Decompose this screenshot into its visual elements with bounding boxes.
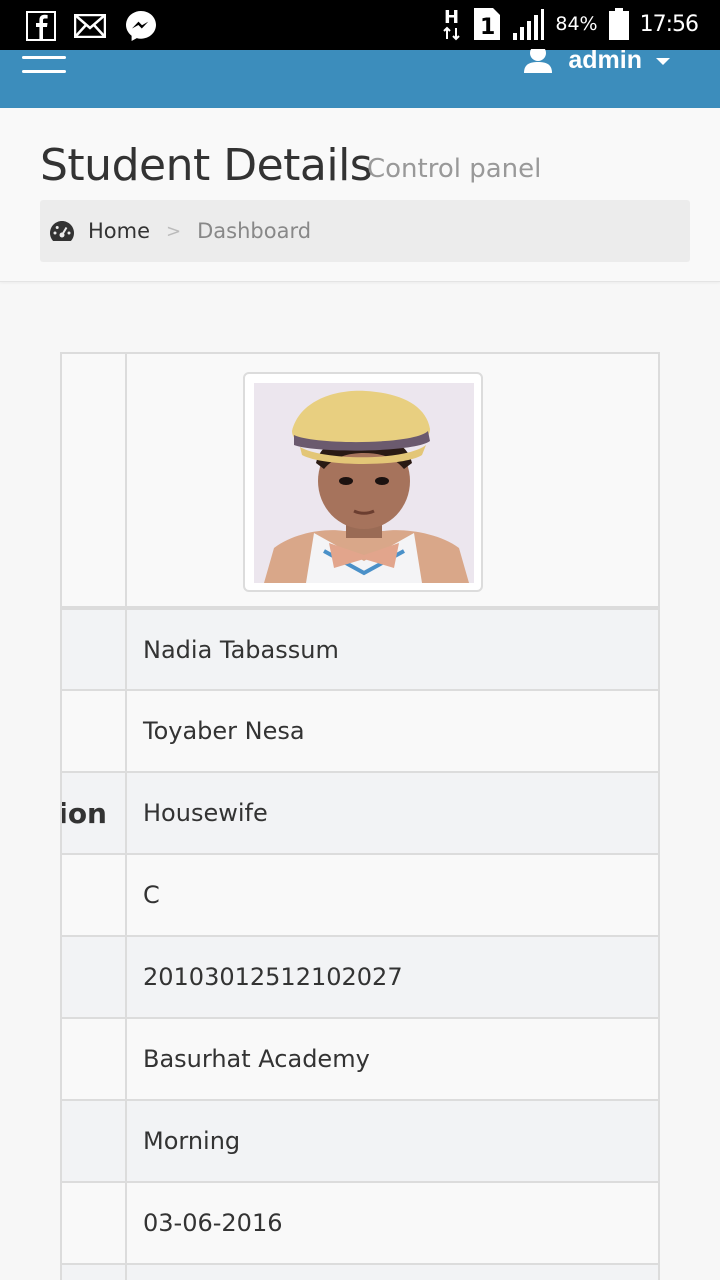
sim-icon: 1: [474, 8, 501, 40]
svg-text:H: H: [444, 7, 459, 28]
table-row: Nadia Tabassum: [60, 607, 660, 691]
row-value: Toyaber Nesa: [125, 689, 660, 773]
mail-icon: [74, 14, 106, 38]
student-photo: [253, 383, 474, 583]
user-icon: [524, 49, 553, 73]
signal-icon: [513, 9, 545, 40]
table-row: 20103012512102027: [60, 935, 660, 1019]
row-label: [60, 607, 127, 691]
row-value: Basurhat Academy: [125, 1017, 660, 1101]
row-value: 20103012512102027: [125, 935, 660, 1019]
svg-text:1: 1: [480, 15, 495, 40]
row-label: ion: [60, 771, 127, 855]
clock: 17:56: [639, 11, 699, 37]
chevron-down-icon: [656, 57, 670, 65]
facebook-icon: [26, 11, 56, 41]
row-value: Morning: [125, 1099, 660, 1183]
system-status: H 1 84% 17:56: [441, 6, 699, 42]
student-photo-frame: [242, 372, 483, 592]
dashboard-icon: [50, 221, 74, 241]
network-h-icon: H: [443, 7, 461, 41]
battery-icon: [608, 8, 629, 40]
table-row: Basurhat Academy: [60, 1017, 660, 1101]
table-row: Morning: [60, 1099, 660, 1183]
row-value: Housewife: [125, 771, 660, 855]
content-header: Student Details Control panel Home > Das…: [0, 108, 720, 282]
battery-percent: 84%: [555, 13, 598, 35]
page-subtitle: Control panel: [367, 154, 542, 184]
row-value: 03-06-2016: [125, 1181, 660, 1265]
row-value: [125, 1263, 660, 1280]
table-row: Toyaber Nesa: [60, 689, 660, 773]
row-label: [60, 853, 127, 937]
table-row: [60, 1263, 660, 1280]
status-bar: H 1 84% 17:56: [0, 0, 720, 50]
breadcrumb-home[interactable]: Home: [50, 219, 150, 243]
user-name: admin: [568, 46, 642, 74]
breadcrumb: Home > Dashboard: [40, 200, 690, 262]
messenger-icon: [126, 11, 156, 41]
notification-icons: [26, 9, 158, 43]
table-row: ion Housewife: [60, 771, 660, 855]
row-label: [60, 1181, 127, 1265]
photo-label-cell: [60, 352, 127, 610]
row-label: [60, 1017, 127, 1101]
row-value: Nadia Tabassum: [125, 607, 660, 691]
table-row: 03-06-2016: [60, 1181, 660, 1265]
table-row: C: [60, 853, 660, 937]
app-header: admin: [0, 46, 720, 108]
row-label: [60, 935, 127, 1019]
breadcrumb-home-label: Home: [88, 219, 151, 243]
row-label: [60, 689, 127, 773]
row-label: [60, 1099, 127, 1183]
menu-toggle-icon[interactable]: [22, 54, 66, 78]
breadcrumb-separator: >: [166, 220, 182, 242]
photo-cell: [125, 352, 660, 610]
photo-row: [60, 352, 660, 610]
user-menu[interactable]: admin: [522, 46, 670, 74]
breadcrumb-current: Dashboard: [197, 219, 312, 243]
row-value: C: [125, 853, 660, 937]
row-label: [60, 1263, 127, 1280]
student-details-table: Nadia Tabassum Toyaber Nesa ion Housewif…: [60, 352, 660, 1280]
page-title: Student Details: [40, 140, 373, 191]
